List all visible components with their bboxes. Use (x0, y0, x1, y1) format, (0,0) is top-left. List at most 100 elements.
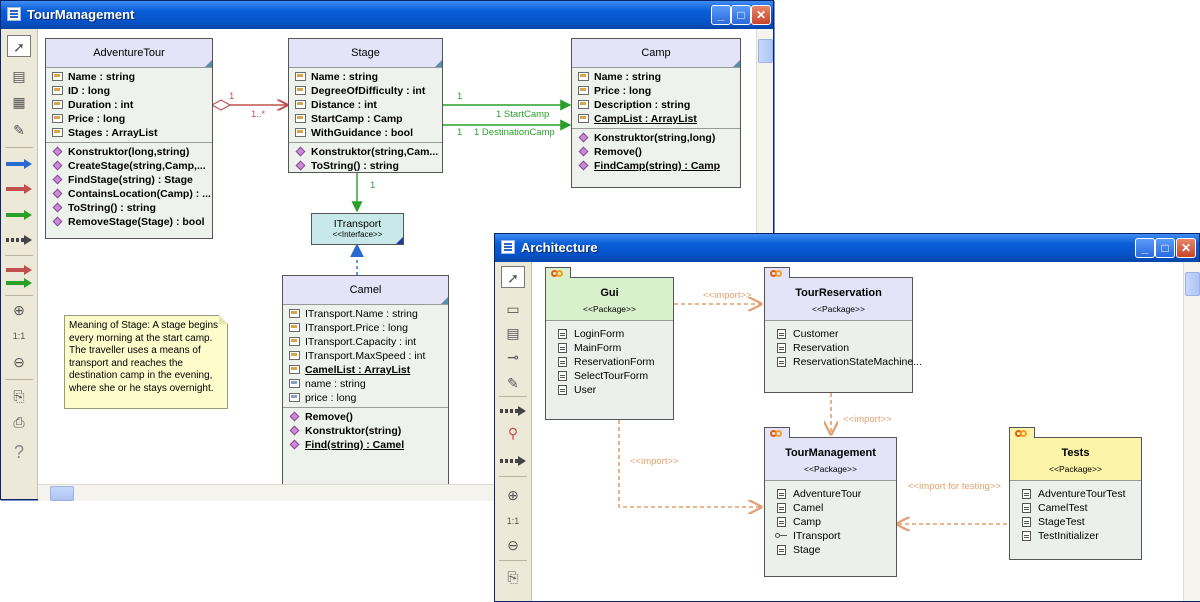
aggregation-tool-icon[interactable] (6, 184, 32, 194)
close-button[interactable]: ✕ (1176, 238, 1196, 258)
attribute-row[interactable]: DegreeOfDifficulty : int (289, 84, 442, 98)
attribute-row[interactable]: Name : string (46, 70, 212, 84)
class-stage[interactable]: Stage Name : string DegreeOfDifficulty :… (288, 38, 443, 173)
zoom-in-icon[interactable]: ⊕ (7, 299, 31, 321)
operation-row[interactable]: Konstruktor(string,Cam... (289, 145, 442, 159)
operation-row[interactable]: Konstruktor(long,string) (46, 145, 212, 159)
attribute-row[interactable]: ITransport.Price : long (283, 321, 448, 335)
attribute-row[interactable]: Description : string (572, 98, 740, 112)
tour-window-titlebar[interactable]: TourManagement _ □ ✕ (1, 1, 773, 29)
attribute-row[interactable]: ITransport.Name : string (283, 307, 448, 321)
export-icon[interactable]: ⎘ (7, 385, 31, 407)
operation-row[interactable]: ToString() : string (289, 159, 442, 173)
scroll-thumb[interactable] (1185, 272, 1200, 296)
dashed-link-tool-icon[interactable] (500, 406, 526, 416)
class-entry[interactable]: Reservation (765, 341, 912, 355)
scroll-thumb[interactable] (758, 39, 773, 63)
package-tool-icon[interactable]: ▭ (501, 298, 525, 320)
attribute-row[interactable]: Price : long (572, 84, 740, 98)
inheritance-tool-icon[interactable] (6, 265, 32, 275)
minimize-button[interactable]: _ (1135, 238, 1155, 258)
class-adventuretour[interactable]: AdventureTour Name : string ID : long Du… (45, 38, 213, 239)
class-entry[interactable]: SelectTourForm (546, 369, 673, 383)
operation-row[interactable]: FindStage(string) : Stage (46, 173, 212, 187)
architecture-diagram-canvas[interactable]: <<import>> <<import>> <<import>> <<impor… (532, 262, 1183, 585)
zoom-reset-label[interactable]: 1:1 (501, 510, 525, 532)
pointer-tool-icon[interactable]: ➚ (501, 266, 525, 288)
import-tool-icon[interactable] (500, 456, 526, 466)
attribute-row[interactable]: Distance : int (289, 98, 442, 112)
class-entry[interactable]: MainForm (546, 341, 673, 355)
operation-row[interactable]: FindCamp(string) : Camp (572, 159, 740, 173)
class-camel[interactable]: Camel ITransport.Name : string ITranspor… (282, 275, 449, 485)
class-entry[interactable]: CamelTest (1010, 501, 1141, 515)
class-entry[interactable]: ReservationForm (546, 355, 673, 369)
attribute-row[interactable]: Name : string (289, 70, 442, 84)
pointer-tool-icon[interactable]: ➚ (7, 35, 31, 57)
print-icon[interactable]: ⎙ (7, 411, 31, 433)
dependency-tool-icon[interactable] (6, 210, 32, 220)
realization-tool-icon[interactable] (6, 278, 32, 288)
package-gui[interactable]: Gui <<Package>> LoginForm MainForm Reser… (545, 267, 674, 420)
package-tourreservation[interactable]: TourReservation <<Package>> Customer Res… (764, 267, 922, 393)
operation-row[interactable]: Find(string) : Camel (283, 438, 448, 452)
interface-itransport[interactable]: ITransport <<Interface>> (311, 213, 404, 245)
class-entry[interactable]: AdventureTourTest (1010, 487, 1141, 501)
class-entry[interactable]: User (546, 383, 673, 397)
zoom-out-icon[interactable]: ⊖ (7, 351, 31, 373)
operation-row[interactable]: ToString() : string (46, 201, 212, 215)
attribute-row[interactable]: ITransport.MaxSpeed : int (283, 349, 448, 363)
interface-entry[interactable]: ITransport (765, 529, 896, 543)
class-entry[interactable]: Customer (765, 327, 912, 341)
attribute-row[interactable]: name : string (283, 377, 448, 391)
operation-row[interactable]: Remove() (572, 145, 740, 159)
class-entry[interactable]: Camel (765, 501, 896, 515)
attribute-row[interactable]: StartCamp : Camp (289, 112, 442, 126)
class-tool-icon[interactable]: ▤ (501, 322, 525, 344)
scroll-thumb[interactable] (50, 486, 74, 501)
class-tool-icon[interactable]: ▤ (7, 65, 31, 87)
architecture-vertical-scrollbar[interactable] (1183, 262, 1200, 601)
class-entry[interactable]: ReservationStateMachine... (765, 355, 922, 369)
struct-tool-icon[interactable]: ▦ (7, 91, 31, 113)
class-entry[interactable]: Stage (765, 543, 896, 557)
association-tool-icon[interactable] (6, 159, 32, 169)
architecture-window-titlebar[interactable]: Architecture _ □ ✕ (495, 234, 1199, 262)
attribute-row[interactable]: Stages : ArrayList (46, 126, 212, 140)
maximize-button[interactable]: □ (1155, 238, 1175, 258)
minimize-button[interactable]: _ (711, 5, 731, 25)
attribute-row[interactable]: price : long (283, 391, 448, 405)
help-icon[interactable]: ? (7, 441, 31, 463)
attribute-row[interactable]: Price : long (46, 112, 212, 126)
attribute-row[interactable]: Name : string (572, 70, 740, 84)
operation-row[interactable]: ContainsLocation(Camp) : ... (46, 187, 212, 201)
close-button[interactable]: ✕ (751, 5, 771, 25)
stage-meaning-note[interactable]: Meaning of Stage: A stage begins every m… (64, 315, 228, 409)
attribute-row[interactable]: ITransport.Capacity : int (283, 335, 448, 349)
operation-row[interactable]: CreateStage(string,Camp,... (46, 159, 212, 173)
zoom-out-icon[interactable]: ⊖ (501, 534, 525, 556)
class-entry[interactable]: TestInitializer (1010, 529, 1141, 543)
class-entry[interactable]: Camp (765, 515, 896, 529)
attribute-row[interactable]: ID : long (46, 84, 212, 98)
package-tourmanagement[interactable]: TourManagement <<Package>> AdventureTour… (764, 427, 897, 577)
pin-tool-icon[interactable]: ⚲ (501, 422, 525, 444)
attribute-row[interactable]: WithGuidance : bool (289, 126, 442, 140)
operation-row[interactable]: Konstruktor(string,long) (572, 131, 740, 145)
class-entry[interactable]: StageTest (1010, 515, 1141, 529)
zoom-in-icon[interactable]: ⊕ (501, 484, 525, 506)
note-tool-icon[interactable]: ✎ (7, 119, 31, 141)
note-tool-icon[interactable]: ✎ (501, 372, 525, 394)
operation-row[interactable]: RemoveStage(Stage) : bool (46, 215, 212, 229)
attribute-row[interactable]: CamelList : ArrayList (283, 363, 448, 377)
zoom-reset-label[interactable]: 1:1 (7, 325, 31, 347)
dashed-link-tool-icon[interactable] (6, 235, 32, 245)
class-entry[interactable]: AdventureTour (765, 487, 896, 501)
attribute-row[interactable]: CampList : ArrayList (572, 112, 740, 126)
maximize-button[interactable]: □ (731, 5, 751, 25)
operation-row[interactable]: Remove() (283, 410, 448, 424)
interface-tool-icon[interactable]: ⊸ (501, 346, 525, 368)
operation-row[interactable]: Konstruktor(string) (283, 424, 448, 438)
class-camp[interactable]: Camp Name : string Price : long Descript… (571, 38, 741, 188)
package-tests[interactable]: Tests <<Package>> AdventureTourTest Came… (1009, 427, 1142, 560)
